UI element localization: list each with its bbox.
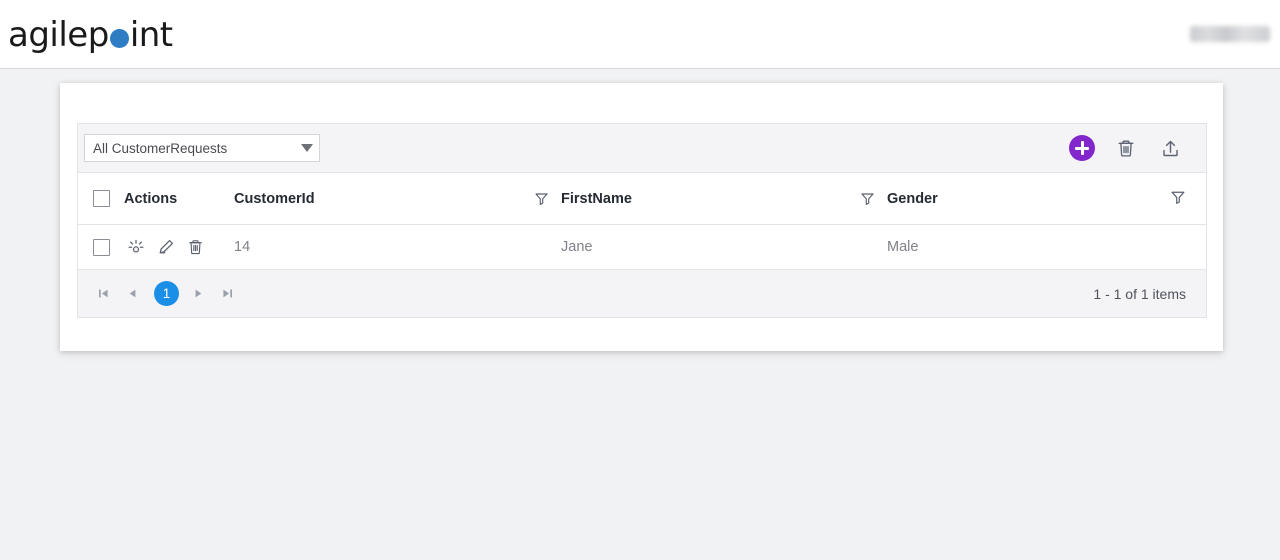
column-header-customerid-label: CustomerId bbox=[234, 190, 315, 207]
select-all-cell bbox=[78, 173, 124, 224]
chevron-down-icon bbox=[301, 144, 313, 152]
cell-gender: Male bbox=[887, 239, 919, 255]
column-header-actions[interactable]: Actions bbox=[124, 173, 234, 224]
view-selector-value: All CustomerRequests bbox=[93, 140, 228, 156]
delete-records-button[interactable] bbox=[1104, 126, 1148, 170]
column-header-actions-label: Actions bbox=[124, 190, 178, 207]
row-actions-cell bbox=[124, 225, 234, 269]
export-button[interactable] bbox=[1148, 126, 1192, 170]
table-row[interactable]: 14 Jane Male bbox=[78, 225, 1206, 270]
view-icon[interactable] bbox=[126, 238, 145, 257]
user-account-label[interactable] bbox=[1190, 26, 1270, 42]
data-grid: All CustomerRequests Actions CustomerId … bbox=[77, 123, 1207, 318]
column-header-customerid[interactable]: CustomerId bbox=[234, 173, 534, 224]
column-header-gender[interactable]: Gender bbox=[860, 173, 1160, 224]
column-header-firstname-label: FirstName bbox=[561, 190, 632, 207]
row-select-cell bbox=[78, 225, 124, 269]
circle-dot-icon bbox=[109, 29, 129, 48]
row-select-checkbox[interactable] bbox=[92, 238, 110, 256]
add-record-button[interactable] bbox=[1060, 126, 1104, 170]
filter-icon[interactable] bbox=[860, 191, 875, 206]
page-next-icon[interactable] bbox=[185, 281, 211, 307]
upload-icon bbox=[1162, 140, 1178, 156]
page-prev-icon[interactable] bbox=[119, 281, 145, 307]
grid-pager: 1 1 - 1 of 1 items bbox=[78, 270, 1206, 317]
filter-icon[interactable] bbox=[534, 191, 549, 206]
delete-icon[interactable] bbox=[186, 238, 205, 257]
logo-wordmark: agilep int bbox=[8, 18, 173, 52]
row-end-spacer bbox=[1160, 225, 1206, 269]
logo-text-suffix: int bbox=[129, 15, 173, 55]
view-selector-dropdown[interactable]: All CustomerRequests bbox=[84, 134, 320, 162]
grid-header-row: Actions CustomerId FirstName Gender bbox=[78, 173, 1206, 225]
cell-customerid: 14 bbox=[234, 239, 251, 255]
content-card: All CustomerRequests Actions CustomerId … bbox=[60, 83, 1223, 351]
cell-firstname: Jane bbox=[561, 239, 593, 255]
page-number-1[interactable]: 1 bbox=[154, 281, 179, 306]
pager-item-count: 1 - 1 of 1 items bbox=[1093, 285, 1186, 302]
plus-circle-icon bbox=[1069, 135, 1095, 161]
agilepoint-logo[interactable]: agilep int bbox=[8, 14, 173, 56]
select-all-checkbox[interactable] bbox=[92, 190, 110, 207]
top-navigation-bar: agilep int bbox=[0, 0, 1280, 69]
column-header-gender-label: Gender bbox=[887, 190, 938, 207]
page-first-icon[interactable] bbox=[90, 281, 116, 307]
filter-icon[interactable] bbox=[1170, 189, 1186, 209]
page-last-icon[interactable] bbox=[214, 281, 240, 307]
column-header-firstname[interactable]: FirstName bbox=[534, 173, 860, 224]
trash-icon bbox=[1118, 140, 1134, 157]
logo-text-prefix: agilep bbox=[8, 15, 109, 55]
grid-filter-cell bbox=[1160, 173, 1206, 224]
edit-icon[interactable] bbox=[156, 238, 175, 257]
grid-toolbar: All CustomerRequests bbox=[78, 124, 1206, 173]
